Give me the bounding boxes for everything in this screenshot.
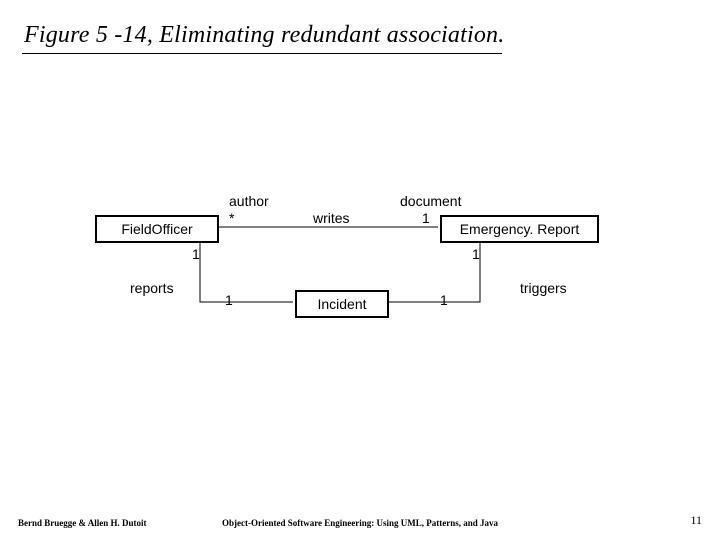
class-incident-label: Incident (317, 296, 366, 312)
reports-right-mult: 1 (225, 292, 233, 308)
title-underline (22, 53, 502, 54)
association-lines (0, 0, 720, 540)
writes-name: writes (313, 210, 350, 226)
reports-name: reports (130, 280, 174, 296)
class-emergencyreport-label: Emergency. Report (460, 221, 580, 237)
class-fieldofficer-label: FieldOfficer (121, 221, 192, 237)
triggers-right-mult: 1 (472, 246, 480, 262)
writes-left-mult: * (229, 210, 234, 226)
triggers-name: triggers (520, 280, 567, 296)
class-incident: Incident (295, 290, 389, 318)
reports-left-mult: 1 (192, 246, 200, 262)
writes-right-role: document (400, 193, 461, 209)
triggers-left-mult: 1 (440, 292, 448, 308)
footer-book-title: Object-Oriented Software Engineering: Us… (0, 518, 720, 528)
writes-right-mult: 1 (422, 210, 430, 226)
class-emergencyreport: Emergency. Report (440, 215, 599, 243)
figure-title: Figure 5 -14, Eliminating redundant asso… (24, 22, 504, 49)
footer-page-number: 11 (690, 513, 702, 528)
class-fieldofficer: FieldOfficer (95, 215, 219, 243)
writes-left-role: author (229, 193, 269, 209)
